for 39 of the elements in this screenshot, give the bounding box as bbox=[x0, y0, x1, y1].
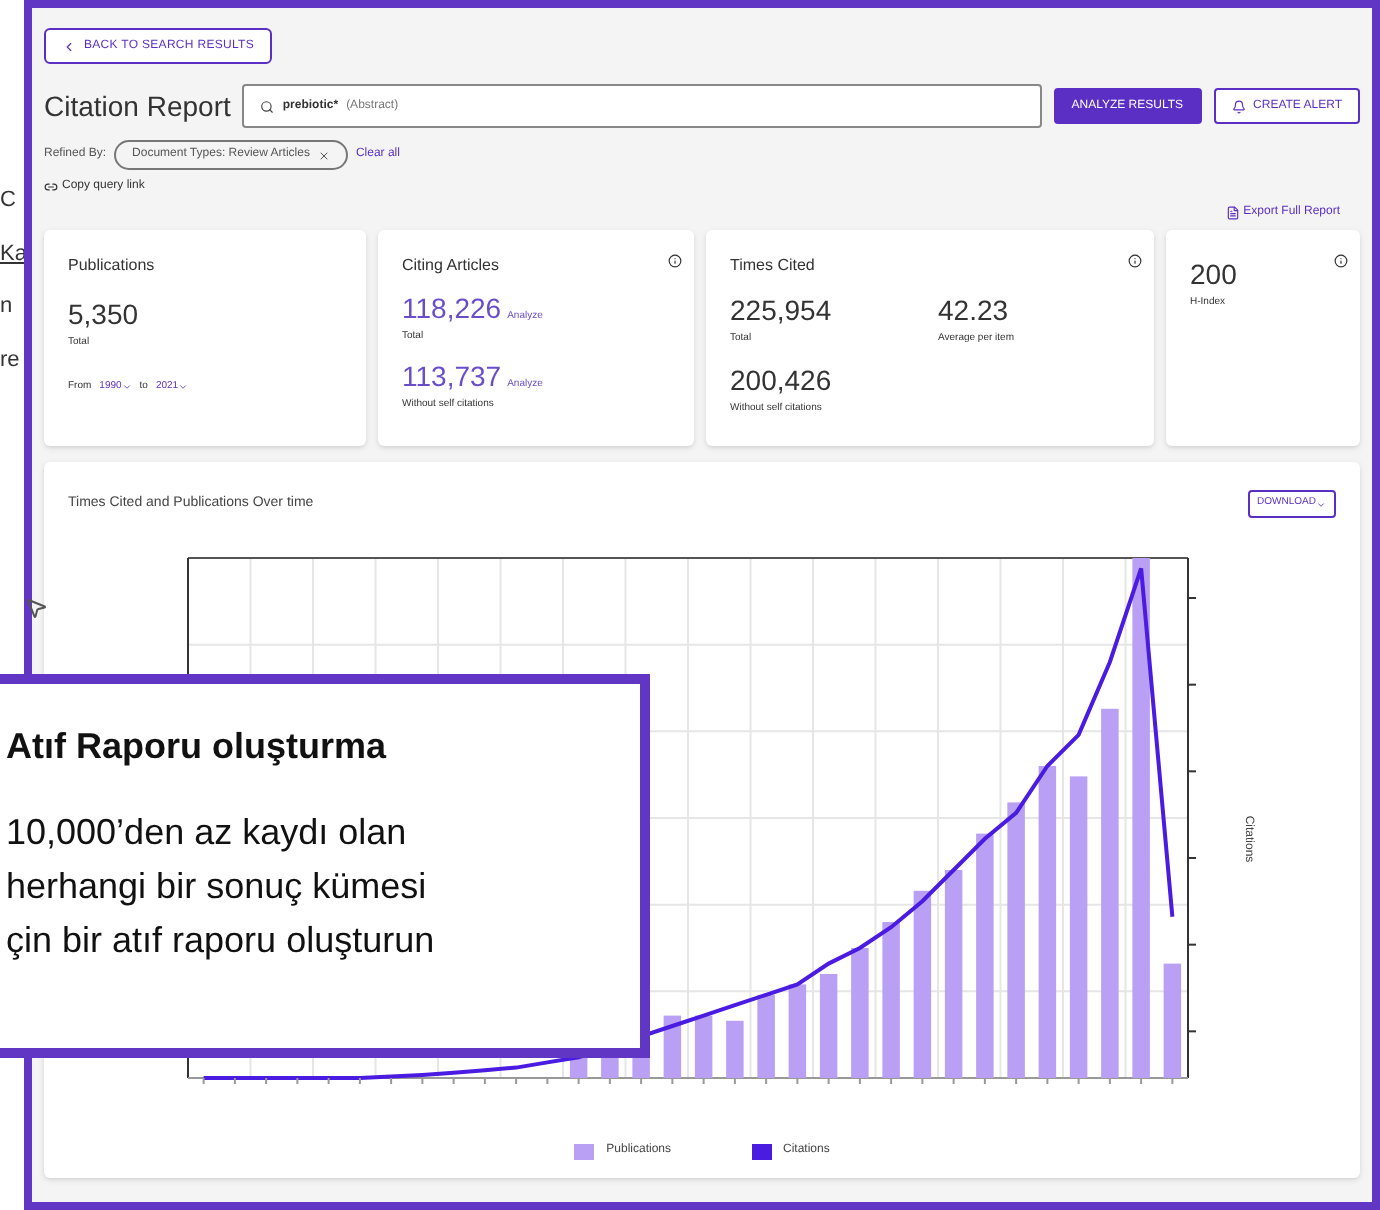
chevron-down-icon bbox=[121, 381, 132, 392]
chevron-down-icon bbox=[1316, 499, 1326, 509]
chevron-left-icon bbox=[62, 39, 76, 53]
search-icon bbox=[260, 99, 275, 113]
info-icon bbox=[1334, 254, 1348, 268]
stat-value: 42.23 bbox=[938, 292, 1011, 330]
stat-value: 200 bbox=[1190, 256, 1239, 294]
bell-icon bbox=[1231, 99, 1246, 113]
bar bbox=[788, 984, 807, 1078]
stat-value: 225,954 bbox=[730, 292, 834, 330]
callout-text: 10,000’den az kaydı olan bbox=[6, 810, 409, 856]
card-title: Publications bbox=[68, 254, 157, 278]
link-icon bbox=[44, 180, 58, 194]
background-text: re bbox=[0, 345, 22, 375]
info-icon bbox=[1128, 254, 1142, 268]
page-title: Citation Report bbox=[44, 87, 231, 126]
bar bbox=[726, 1020, 744, 1078]
pointer-icon bbox=[24, 596, 48, 620]
close-icon bbox=[317, 149, 330, 161]
bar bbox=[1163, 963, 1182, 1078]
stat-value: 5,350 bbox=[68, 296, 141, 334]
bar bbox=[663, 1015, 682, 1078]
callout-text: herhangi bir sonuç kümesi bbox=[6, 864, 429, 910]
info-icon bbox=[668, 254, 682, 268]
callout-text: çin bir atıf raporu oluşturun bbox=[6, 918, 437, 964]
bar bbox=[757, 994, 775, 1078]
callout-title: Atıf Raporu oluşturma bbox=[6, 724, 389, 770]
stat-value: 118,226 bbox=[402, 290, 502, 328]
bar bbox=[819, 974, 838, 1078]
card-title: Citing Articles bbox=[402, 254, 501, 278]
background-text: C bbox=[0, 186, 18, 216]
document-icon bbox=[1225, 206, 1240, 220]
bar bbox=[694, 1015, 713, 1078]
chevron-down-icon bbox=[178, 381, 189, 392]
card-title: Times Cited bbox=[730, 254, 817, 278]
stat-value: 200,426 bbox=[730, 361, 834, 399]
bar bbox=[851, 948, 869, 1078]
background-text: n bbox=[0, 292, 15, 322]
stat-value: 113,737 bbox=[402, 357, 502, 395]
